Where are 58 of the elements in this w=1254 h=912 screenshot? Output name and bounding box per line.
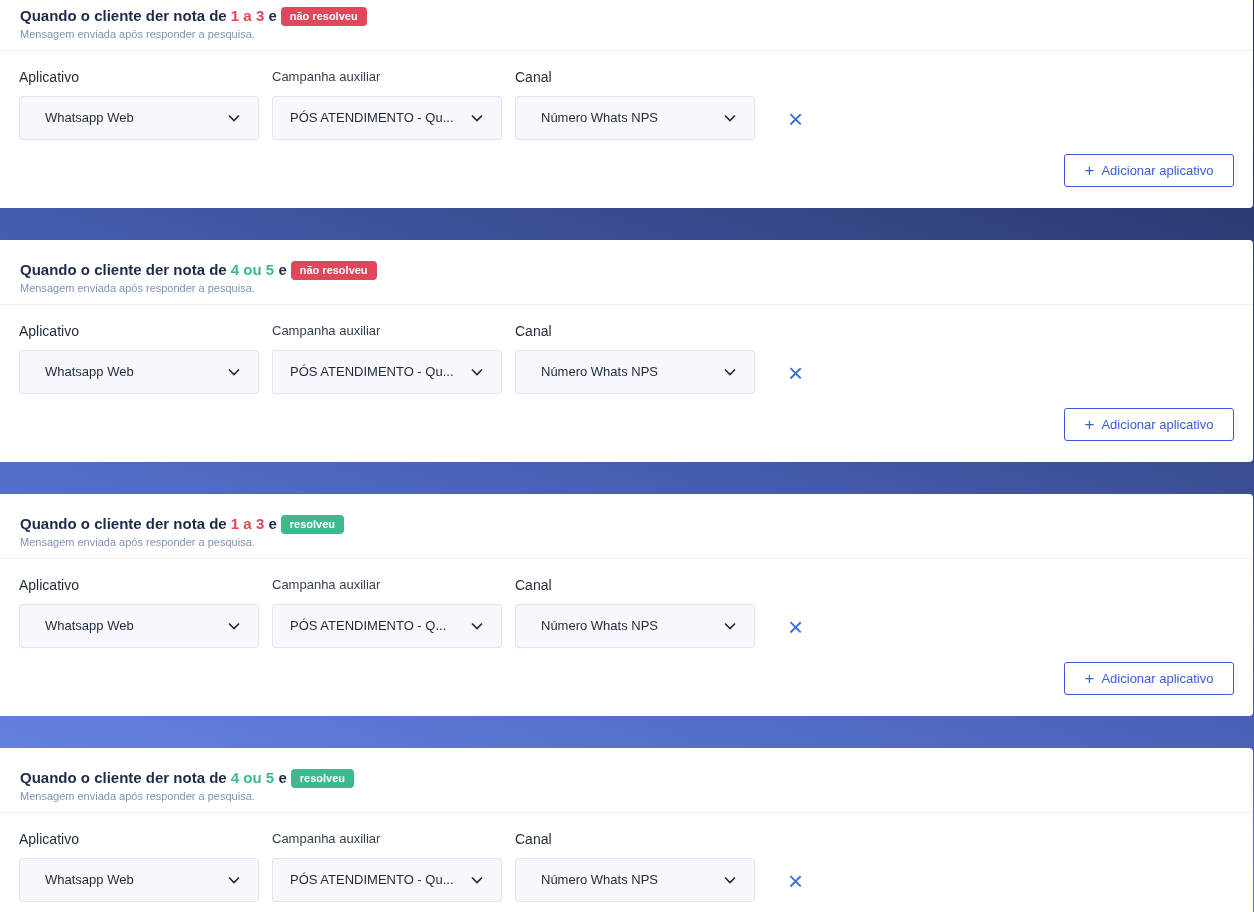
chevron-down-icon	[471, 876, 483, 884]
dropdown-select[interactable]: PÓS ATENDIMENTO - Qu...	[272, 350, 502, 394]
status-badge: resolveu	[290, 768, 354, 788]
plus-icon: +	[1084, 162, 1095, 179]
chevron-down-icon	[724, 876, 736, 884]
remove-button[interactable]: ×	[788, 868, 804, 894]
remove-button[interactable]: ×	[788, 360, 804, 386]
field-label: Aplicativo	[19, 830, 80, 848]
add-app-button[interactable]: + Adicionar aplicativo	[1064, 662, 1234, 695]
field-label: Campanha auxiliar	[272, 576, 382, 594]
dropdown-select[interactable]: PÓS ATENDIMENTO - Qu...	[272, 96, 502, 140]
rule-title: Quando o cliente der nota de 4 ou 5 e	[20, 767, 287, 788]
dropdown-select[interactable]: PÓS ATENDIMENTO - Qu...	[272, 858, 502, 902]
chevron-down-icon	[228, 876, 240, 884]
chevron-down-icon	[724, 114, 736, 122]
plus-icon: +	[1084, 416, 1095, 433]
chevron-down-icon	[228, 622, 240, 630]
remove-button[interactable]: ×	[788, 614, 804, 640]
field-label: Aplicativo	[19, 576, 80, 594]
chevron-down-icon	[471, 114, 483, 122]
dropdown-select[interactable]: Whatsapp Web	[19, 350, 259, 394]
dropdown-select[interactable]: Número Whats NPS	[515, 604, 755, 648]
add-app-button[interactable]: + Adicionar aplicativo	[1064, 408, 1234, 441]
chevron-down-icon	[228, 114, 240, 122]
field-label: Canal	[515, 68, 553, 86]
subtitle: Mensagem enviada após responder a pesquisa.	[20, 281, 256, 295]
subtitle: Mensagem enviada após responder a pesquisa.	[20, 535, 256, 549]
subtitle: Mensagem enviada após responder a pesquisa.	[20, 789, 256, 803]
chevron-down-icon	[471, 368, 483, 376]
plus-icon: +	[1084, 670, 1095, 687]
chevron-down-icon	[228, 368, 240, 376]
status-badge: resolveu	[280, 514, 344, 534]
field-label: Aplicativo	[19, 322, 80, 340]
status-badge: não resolveu	[280, 6, 367, 26]
field-label: Campanha auxiliar	[272, 830, 382, 848]
status-badge: não resolveu	[290, 260, 377, 280]
dropdown-select[interactable]: Whatsapp Web	[19, 858, 259, 902]
rule-title: Quando o cliente der nota de 1 a 3 e	[20, 513, 277, 534]
rule-title: Quando o cliente der nota de 4 ou 5 e	[20, 259, 287, 280]
dropdown-select[interactable]: Whatsapp Web	[19, 96, 259, 140]
dropdown-select[interactable]: Whatsapp Web	[19, 604, 259, 648]
field-label: Canal	[515, 322, 553, 340]
chevron-down-icon	[724, 622, 736, 630]
field-label: Campanha auxiliar	[272, 68, 382, 86]
field-label: Canal	[515, 830, 553, 848]
rule-title: Quando o cliente der nota de 1 a 3 e	[20, 5, 277, 26]
chevron-down-icon	[724, 368, 736, 376]
chevron-down-icon	[471, 622, 483, 630]
remove-button[interactable]: ×	[788, 106, 804, 132]
field-label: Campanha auxiliar	[272, 322, 382, 340]
add-app-button[interactable]: + Adicionar aplicativo	[1064, 154, 1234, 187]
dropdown-select[interactable]: PÓS ATENDIMENTO - Q...	[272, 604, 502, 648]
field-label: Aplicativo	[19, 68, 80, 86]
dropdown-select[interactable]: Número Whats NPS	[515, 96, 755, 140]
dropdown-select[interactable]: Número Whats NPS	[515, 858, 755, 902]
dropdown-select[interactable]: Número Whats NPS	[515, 350, 755, 394]
subtitle: Mensagem enviada após responder a pesquisa.	[20, 27, 256, 41]
field-label: Canal	[515, 576, 553, 594]
